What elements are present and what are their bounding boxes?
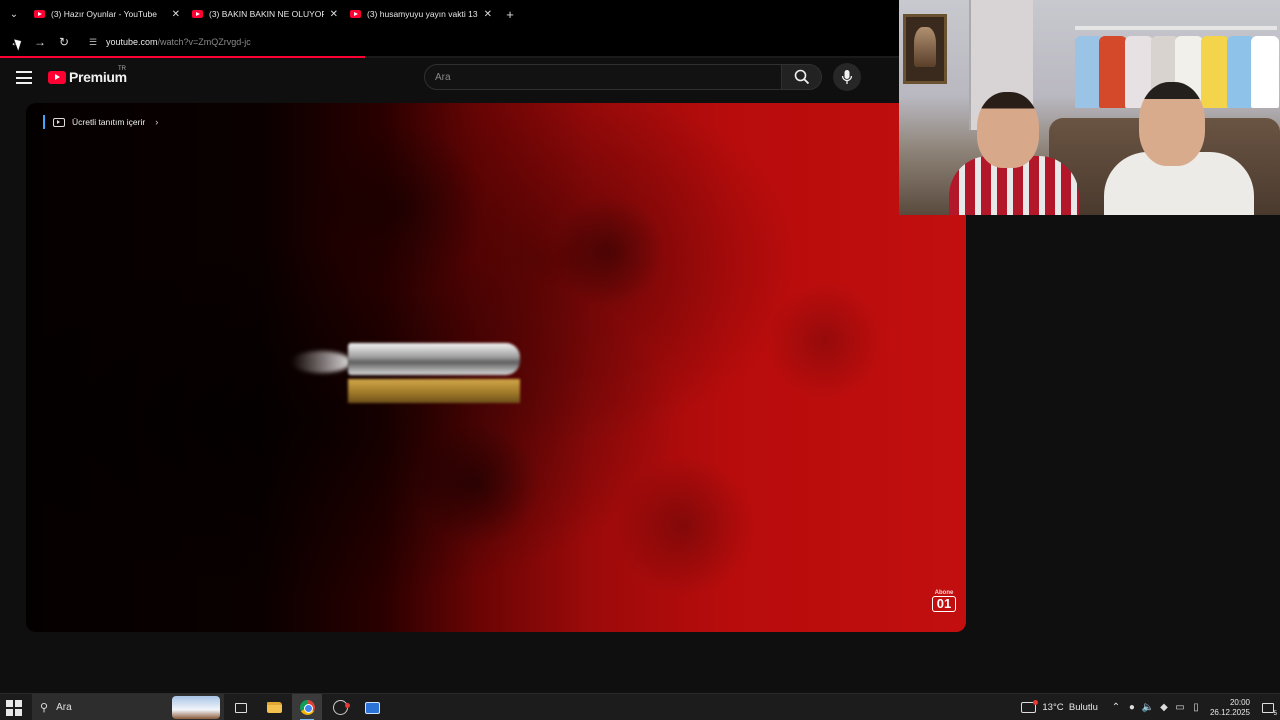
network-icon[interactable]: ▭ xyxy=(1172,702,1188,713)
new-tab-button[interactable]: + xyxy=(498,7,522,22)
tab-3[interactable]: (3) husamyuyu yayın vakti 13 - ✕ xyxy=(344,0,498,28)
paid-promotion-icon xyxy=(53,117,65,127)
weather-text: Bulutlu xyxy=(1068,702,1098,713)
chevron-right-icon: › xyxy=(155,117,159,127)
country-code: TR xyxy=(118,66,126,72)
youtube-premium-logo[interactable]: Premium TR xyxy=(48,66,127,85)
video-player[interactable]: Ücretli tanıtım içerir › Abone 01 xyxy=(26,103,966,632)
clock-time: 20:00 xyxy=(1229,697,1250,707)
tab-1[interactable]: (3) Hazır Oyunlar - YouTube ✕ xyxy=(28,0,186,28)
youtube-play-logo-icon xyxy=(48,70,66,84)
weather-icon xyxy=(1021,700,1039,713)
notification-center-button[interactable]: 5 xyxy=(1258,694,1278,720)
youtube-header: Premium TR xyxy=(0,58,900,98)
taskbar-search[interactable]: ⚲ Ara xyxy=(32,694,224,720)
tab-title: (3) BAKIN BAKIN NE OLUYOR? | xyxy=(209,9,324,19)
address-toolbar: ← → ↻ ☰ youtube.com/watch?v=ZmQZrvgd-jc xyxy=(0,28,900,56)
windows-start-icon[interactable] xyxy=(6,700,22,716)
tab-title: (3) husamyuyu yayın vakti 13 - xyxy=(367,9,478,19)
tab-2[interactable]: (3) BAKIN BAKIN NE OLUYOR? | ✕ xyxy=(186,0,344,28)
speaker-icon[interactable]: 🔈 xyxy=(1140,702,1156,713)
tab-close-icon[interactable]: ✕ xyxy=(324,9,338,20)
microphone-icon[interactable]: ● xyxy=(1124,702,1140,713)
folder-icon xyxy=(266,702,282,713)
capture-app-button[interactable] xyxy=(325,694,355,720)
search-icon xyxy=(794,69,809,85)
microphone-icon xyxy=(841,70,853,84)
tab-close-icon[interactable]: ✕ xyxy=(166,9,180,20)
tab-title: (3) Hazır Oyunlar - YouTube xyxy=(51,9,157,19)
search-icon: ⚲ xyxy=(40,702,49,714)
url-host: youtube.com xyxy=(106,37,158,47)
search-box[interactable] xyxy=(424,64,782,90)
voice-search-button[interactable] xyxy=(833,63,861,91)
tab-strip: ⌄ (3) Hazır Oyunlar - YouTube ✕ (3) BAKI… xyxy=(0,0,900,28)
reload-icon: ↻ xyxy=(58,35,70,49)
framed-portrait xyxy=(903,14,947,84)
search-highlight-image[interactable] xyxy=(172,696,220,719)
paid-promotion-badge[interactable]: Ücretli tanıtım içerir › xyxy=(43,115,158,129)
task-view-button[interactable] xyxy=(226,694,256,720)
app-window-button[interactable] xyxy=(357,694,387,720)
search-input[interactable] xyxy=(425,65,781,89)
webcam-overlay xyxy=(899,0,1280,215)
clock-date: 26.12.2025 xyxy=(1209,707,1250,717)
system-tray: 13°C Bulutlu ⌃ ● 🔈 ◆ ▭ ▯ 20:00 26.12.202… xyxy=(1021,694,1280,720)
file-explorer-button[interactable] xyxy=(259,694,289,720)
taskbar-search-placeholder: Ara xyxy=(56,702,72,713)
notification-count: 5 xyxy=(1273,711,1277,717)
bullet-graphic xyxy=(291,341,521,407)
youtube-favicon-icon xyxy=(34,10,45,18)
tab-close-icon[interactable]: ✕ xyxy=(478,9,492,20)
clock[interactable]: 20:00 26.12.2025 xyxy=(1210,698,1250,718)
tab-search-menu[interactable]: ⌄ xyxy=(0,0,28,28)
tune-icon: ☰ xyxy=(88,36,98,47)
app-window-icon xyxy=(364,701,380,714)
site-info-button[interactable]: ☰ xyxy=(82,31,104,53)
channel-watermark[interactable]: Abone 01 xyxy=(932,590,956,616)
address-bar[interactable]: youtube.com/watch?v=ZmQZrvgd-jc xyxy=(106,37,251,47)
battery-icon[interactable]: ▯ xyxy=(1188,702,1204,713)
search-button[interactable] xyxy=(782,64,822,90)
reload-button[interactable]: ↻ xyxy=(52,30,76,54)
record-icon xyxy=(332,700,350,715)
guide-menu-icon[interactable] xyxy=(16,71,32,84)
paid-promotion-label: Ücretli tanıtım içerir xyxy=(72,117,146,127)
watermark-number: 01 xyxy=(932,596,956,612)
notification-icon xyxy=(1262,702,1274,713)
youtube-favicon-icon xyxy=(350,10,361,18)
chevron-up-icon[interactable]: ⌃ xyxy=(1108,702,1124,713)
windows-taskbar: ⚲ Ara 13°C Bulutlu ⌃ ● 🔈 ◆ ▭ ▯ 20:00 26.… xyxy=(0,693,1280,720)
arrow-right-icon: → xyxy=(34,35,46,49)
weather-temp: 13°C xyxy=(1042,702,1064,713)
youtube-favicon-icon xyxy=(192,10,203,18)
url-path: /watch?v=ZmQZrvgd-jc xyxy=(157,37,251,47)
weather-widget[interactable]: 13°C Bulutlu xyxy=(1021,700,1098,713)
chrome-taskbar-button[interactable] xyxy=(292,694,322,720)
task-view-icon xyxy=(235,702,247,713)
security-icon[interactable]: ◆ xyxy=(1156,702,1172,713)
forward-button[interactable]: → xyxy=(28,30,52,54)
chrome-icon xyxy=(299,700,315,715)
